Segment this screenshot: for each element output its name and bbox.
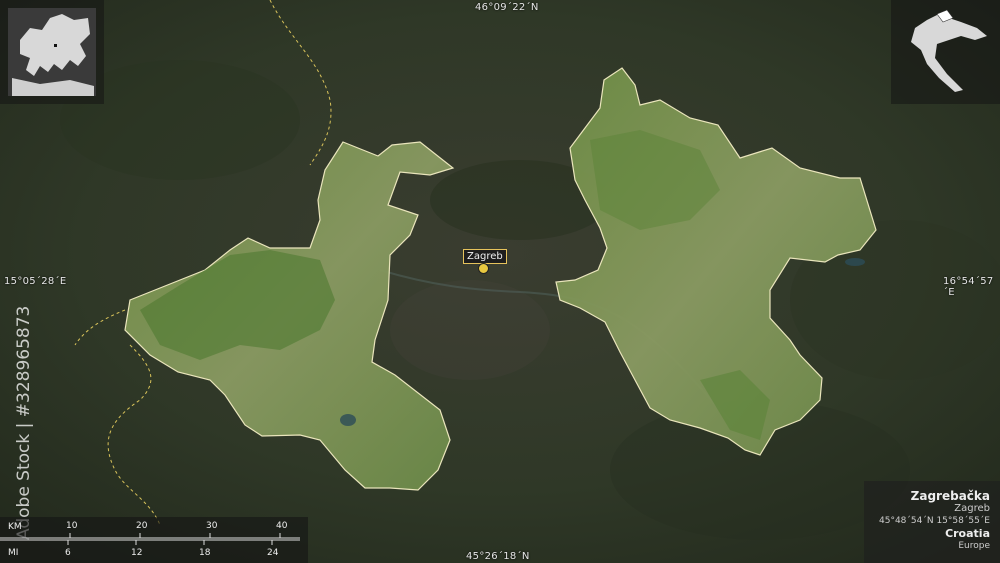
scale-mi-tick: 6 [65, 548, 71, 558]
europe-map-icon [8, 8, 96, 96]
croatia-map-icon [911, 9, 987, 92]
continent-name: Europe [958, 541, 990, 551]
europe-locator-map [0, 0, 104, 104]
coord-left: 15°05´28´E [4, 276, 67, 287]
admin-center: Zagreb [954, 503, 990, 514]
watermark-text: Adobe Stock | #328965873 [14, 305, 34, 540]
scale-ruler [0, 533, 300, 545]
scale-mi-tick: 18 [199, 548, 211, 558]
scale-mi-tick: 12 [131, 548, 143, 558]
satellite-map [0, 0, 1000, 563]
circle-marker-icon [478, 263, 489, 274]
scale-mi-label: MI [8, 548, 19, 558]
scale-bar: KM 10 20 30 40 MI 6 12 18 24 [0, 517, 308, 563]
coord-bottom: 45°26´18´N [466, 551, 530, 562]
country-name: Croatia [945, 527, 990, 540]
city-label: Zagreb [463, 249, 507, 264]
info-box: Zagrebačka Zagreb 45°48´54´N 15°58´55´E … [864, 481, 1000, 563]
coord-right: 16°54´57´E [943, 276, 994, 298]
region-name: Zagrebačka [910, 489, 990, 503]
scale-mi-tick: 24 [267, 548, 279, 558]
coord-top: 46°09´22´N [475, 2, 539, 13]
center-coordinates: 45°48´54´N 15°58´55´E [879, 516, 990, 526]
watermark: Adobe Stock | #328965873 [6, 305, 36, 550]
croatia-locator-map [891, 0, 1000, 104]
